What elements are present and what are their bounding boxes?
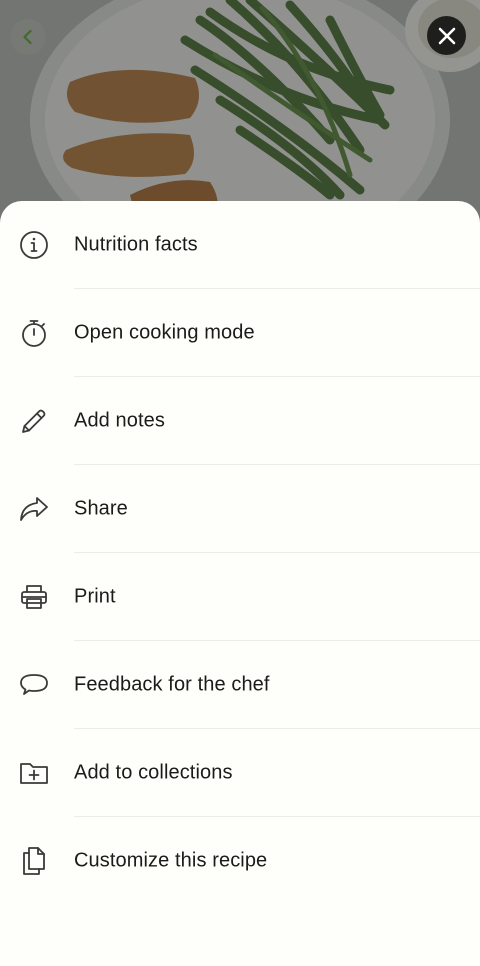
pencil-icon xyxy=(18,405,50,437)
printer-icon xyxy=(18,581,50,613)
menu-item-label: Add notes xyxy=(74,409,165,432)
options-sheet: Nutrition facts Open cooking mode Add no… xyxy=(0,201,480,966)
back-button[interactable] xyxy=(10,19,46,55)
close-button[interactable] xyxy=(427,16,466,55)
chevron-left-icon xyxy=(23,29,32,45)
menu-item-label: Print xyxy=(74,585,116,608)
menu-item-print[interactable]: Print xyxy=(0,553,480,641)
menu-item-customize-recipe[interactable]: Customize this recipe xyxy=(0,817,480,905)
recipe-photo xyxy=(0,0,480,230)
menu-item-label: Open cooking mode xyxy=(74,321,255,344)
info-icon xyxy=(18,229,50,261)
photo-dim-overlay xyxy=(0,0,480,230)
menu-item-label: Customize this recipe xyxy=(74,849,268,872)
stopwatch-icon xyxy=(18,317,50,349)
menu-item-feedback[interactable]: Feedback for the chef xyxy=(0,641,480,729)
menu-item-share[interactable]: Share xyxy=(0,465,480,553)
menu-item-cooking-mode[interactable]: Open cooking mode xyxy=(0,289,480,377)
close-x-icon xyxy=(438,27,455,44)
menu-item-label: Add to collections xyxy=(74,761,233,784)
menu-item-label: Feedback for the chef xyxy=(74,673,270,696)
menu-item-nutrition-facts[interactable]: Nutrition facts xyxy=(0,201,480,289)
share-arrow-icon xyxy=(18,493,50,525)
speech-bubble-icon xyxy=(18,669,50,701)
options-menu: Nutrition facts Open cooking mode Add no… xyxy=(0,201,480,905)
copy-pages-icon xyxy=(18,845,50,877)
folder-plus-icon xyxy=(18,757,50,789)
menu-item-add-notes[interactable]: Add notes xyxy=(0,377,480,465)
menu-item-add-to-collections[interactable]: Add to collections xyxy=(0,729,480,817)
menu-item-label: Share xyxy=(74,497,128,520)
menu-item-label: Nutrition facts xyxy=(74,233,198,256)
